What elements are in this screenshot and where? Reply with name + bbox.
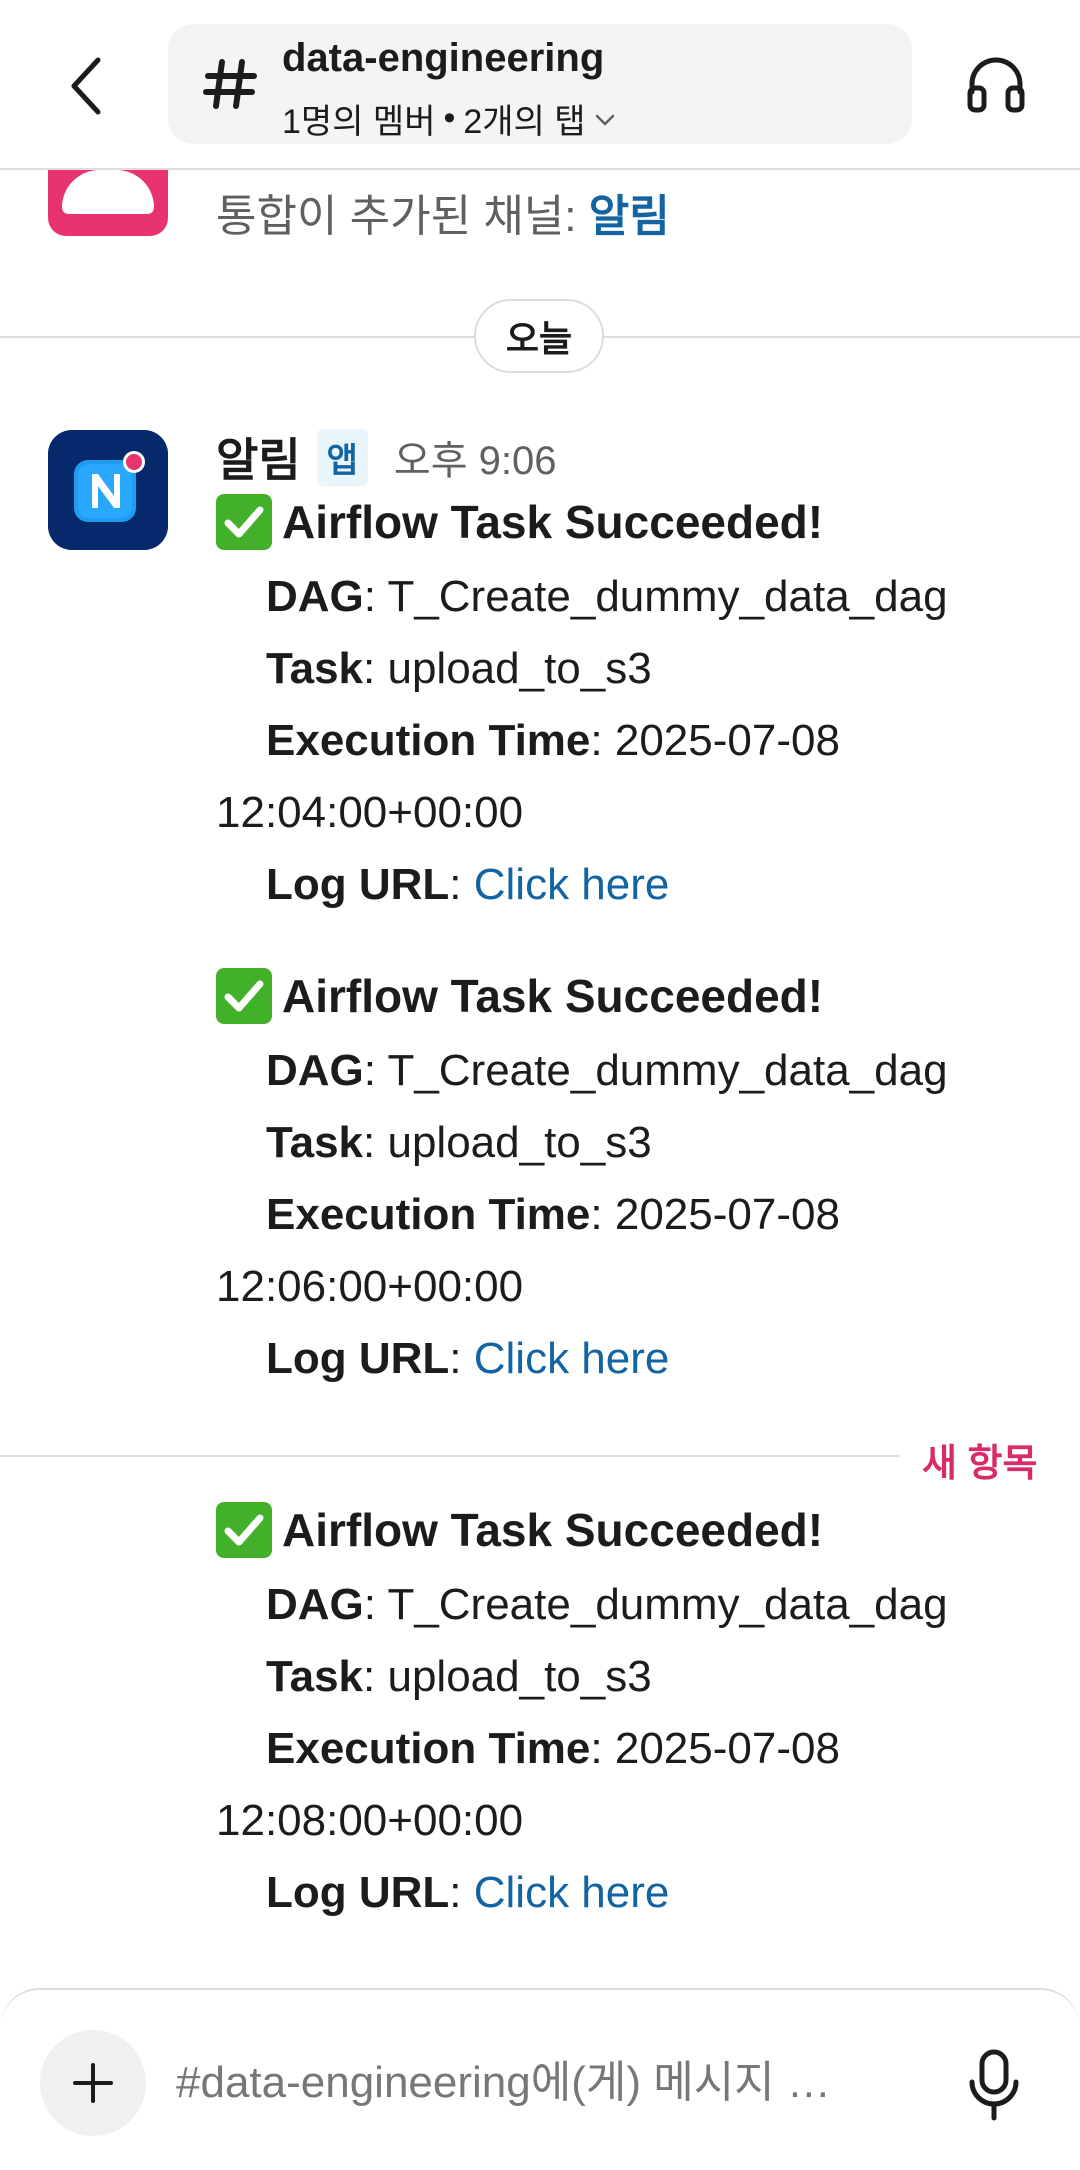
field-value: T_Create_dummy_data_dag [387,572,948,621]
log-line: Log URL: Click here [266,860,670,909]
channel-header: data-engineering 1명의 멤버 • 2개의 탭 [0,0,1080,170]
microphone-icon[interactable] [962,2048,1026,2122]
sender-name[interactable]: 알림 [216,424,301,490]
task-line: Task: upload_to_s3 [266,1118,652,1167]
app-badge: 앱 [316,428,368,486]
notification-app-icon[interactable] [48,430,168,550]
field-label: Execution Time [266,1724,591,1773]
avatar-body [62,170,154,214]
new-messages-divider [0,1455,900,1457]
message-item[interactable]: Airflow Task Succeeded! DAG: T_Create_du… [216,968,1046,1408]
dag-line: DAG: T_Create_dummy_data_dag [266,1580,948,1629]
field-value: T_Create_dummy_data_dag [387,1046,948,1095]
message-header: 알림 앱 오후 9:06 [216,426,557,488]
task-line: Task: upload_to_s3 [266,1652,652,1701]
meta-separator: • [443,99,456,137]
message-title-text: Airflow Task Succeeded! [282,970,824,1022]
task-line: Task: upload_to_s3 [266,644,652,693]
message-title: Airflow Task Succeeded! [216,1502,823,1558]
message-item[interactable]: Airflow Task Succeeded! DAG: T_Create_du… [216,494,1046,934]
message-title-text: Airflow Task Succeeded! [282,496,824,548]
message-title: Airflow Task Succeeded! [216,494,823,550]
hash-icon [203,59,257,109]
field-label: DAG [266,1580,364,1629]
log-line: Log URL: Click here [266,1334,670,1383]
check-mark-icon [216,968,272,1024]
field-value: upload_to_s3 [387,1118,652,1167]
back-button[interactable] [56,50,116,122]
headphones-icon[interactable] [964,52,1028,116]
field-value: 2025-07-08 [614,1724,840,1773]
message-title: Airflow Task Succeeded! [216,968,823,1024]
add-button[interactable] [40,2030,146,2136]
execution-line: Execution Time: 2025-07-08 [266,1190,840,1239]
execution-time-continued: 12:06:00+00:00 [216,1262,524,1311]
field-value: 2025-07-08 [614,1190,840,1239]
date-divider-pill[interactable]: 오늘 [474,299,604,373]
field-label: Log URL [266,1334,450,1383]
channel-name: data-engineering [282,36,605,80]
message-input[interactable] [176,2040,876,2126]
chevron-left-icon [71,57,101,115]
plus-icon [73,2063,113,2103]
message-composer [0,1988,1080,2170]
chevron-down-icon [595,114,614,125]
log-url-link[interactable]: Click here [474,1334,670,1383]
field-value: 2025-07-08 [614,716,840,765]
field-label: DAG [266,1046,364,1095]
channel-info-button[interactable]: data-engineering 1명의 멤버 • 2개의 탭 [168,24,912,144]
check-mark-icon [216,1502,272,1558]
member-count: 1명의 멤버 [282,103,436,141]
execution-line: Execution Time: 2025-07-08 [266,716,840,765]
channel-meta: 1명의 멤버 • 2개의 탭 [282,94,616,143]
log-url-link[interactable]: Click here [474,860,670,909]
field-value: T_Create_dummy_data_dag [387,1580,948,1629]
field-label: Log URL [266,1868,450,1917]
field-label: Task [266,644,364,693]
field-value: upload_to_s3 [387,1652,652,1701]
channel-link[interactable]: 알림 [589,192,670,241]
field-label: Execution Time [266,1190,591,1239]
tab-count: 2개의 탭 [463,103,586,141]
log-url-link[interactable]: Click here [474,1868,670,1917]
dag-line: DAG: T_Create_dummy_data_dag [266,572,948,621]
message-item[interactable]: Airflow Task Succeeded! DAG: T_Create_du… [216,1502,1046,1942]
check-mark-icon [216,494,272,550]
execution-time-continued: 12:08:00+00:00 [216,1796,524,1845]
execution-time-continued: 12:04:00+00:00 [216,788,524,837]
field-label: Task [266,1118,364,1167]
execution-line: Execution Time: 2025-07-08 [266,1724,840,1773]
dag-line: DAG: T_Create_dummy_data_dag [266,1046,948,1095]
message-title-text: Airflow Task Succeeded! [282,1504,824,1556]
system-message-text: 통합이 추가된 채널: [216,192,577,241]
log-line: Log URL: Click here [266,1868,670,1917]
system-message: 통합이 추가된 채널: 알림 [216,180,670,244]
field-label: Log URL [266,860,450,909]
new-messages-label: 새 항목 [922,1443,1038,1485]
field-label: DAG [266,572,364,621]
field-value: upload_to_s3 [387,644,652,693]
message-timestamp[interactable]: 오후 9:06 [394,428,557,486]
field-label: Execution Time [266,716,591,765]
field-label: Task [266,1652,364,1701]
